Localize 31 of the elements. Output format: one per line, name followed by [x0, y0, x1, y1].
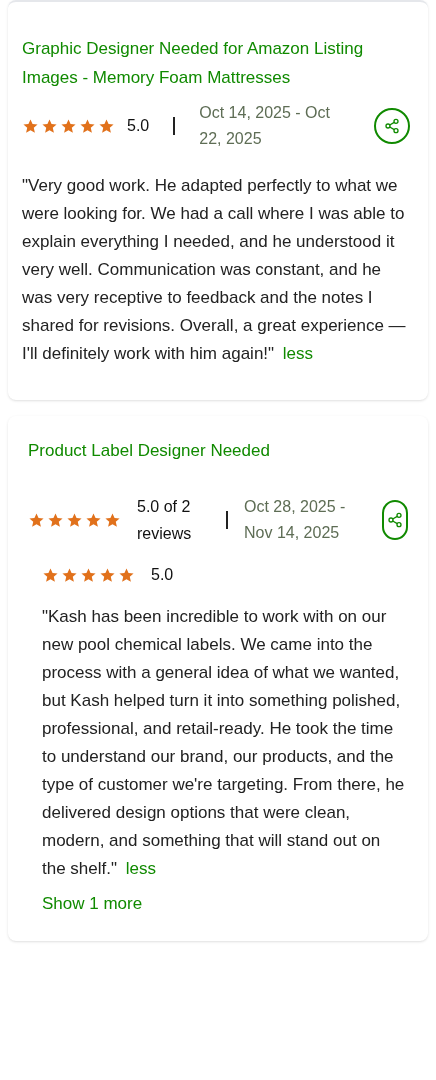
star-icon: [41, 117, 58, 135]
star-icon: [61, 566, 78, 584]
job-title[interactable]: Graphic Designer Needed for Amazon Listing Images - Memory Foam Mattresses: [22, 34, 414, 92]
star-icon: [47, 511, 64, 529]
star-icon: [99, 566, 116, 584]
show-more-link[interactable]: Show 1 more: [42, 891, 143, 917]
star-icon: [22, 117, 39, 135]
star-icon: [79, 117, 96, 135]
share-button[interactable]: [374, 108, 410, 144]
star-icon: [98, 117, 115, 135]
date-range: Oct 28, 2025 - Nov 14, 2025: [244, 497, 347, 543]
rating-text: 5.0 of 2 reviews: [137, 497, 193, 544]
star-icon: [118, 566, 135, 584]
rating-text: 5.0: [151, 565, 174, 585]
share-icon: [387, 512, 403, 528]
job-title[interactable]: Product Label Designer Needed: [28, 436, 408, 465]
rating-text: 5.0: [127, 116, 150, 136]
star-icon: [60, 117, 77, 135]
star-icon: [85, 511, 102, 529]
star-icon: [104, 511, 121, 529]
review-text: "Kash has been incredible to work with on our new pool chemical labels. We came into the process with a general idea of what we wanted, but Kash helped turn it into something polished, professional, and retail-ready. He took the time to understand our brand, our products, and the type of customer we're targeting. From there, he delivered design options that were clean, modern, and something that will stand out on the shelf." less: [42, 606, 406, 880]
review-text: "Very good work. He adapted perfectly to what we were looking for. We had a call where I was able to explain everything I needed, and he understood it very well. Communication was constant, and he was very receptive to feedback and the notes I shared for revisions. Overall, a great experience — I'll definitely work with him again!" less: [22, 175, 407, 365]
less-link[interactable]: less: [125, 859, 156, 878]
date-range: Oct 14, 2025 - Oct 22, 2025: [199, 103, 331, 149]
star-icon: [28, 511, 45, 529]
share-icon: [384, 118, 400, 134]
share-button[interactable]: [382, 500, 408, 540]
star-icon: [42, 566, 59, 584]
less-link[interactable]: less: [282, 344, 314, 363]
star-icon: [80, 566, 97, 584]
star-icon: [66, 511, 83, 529]
